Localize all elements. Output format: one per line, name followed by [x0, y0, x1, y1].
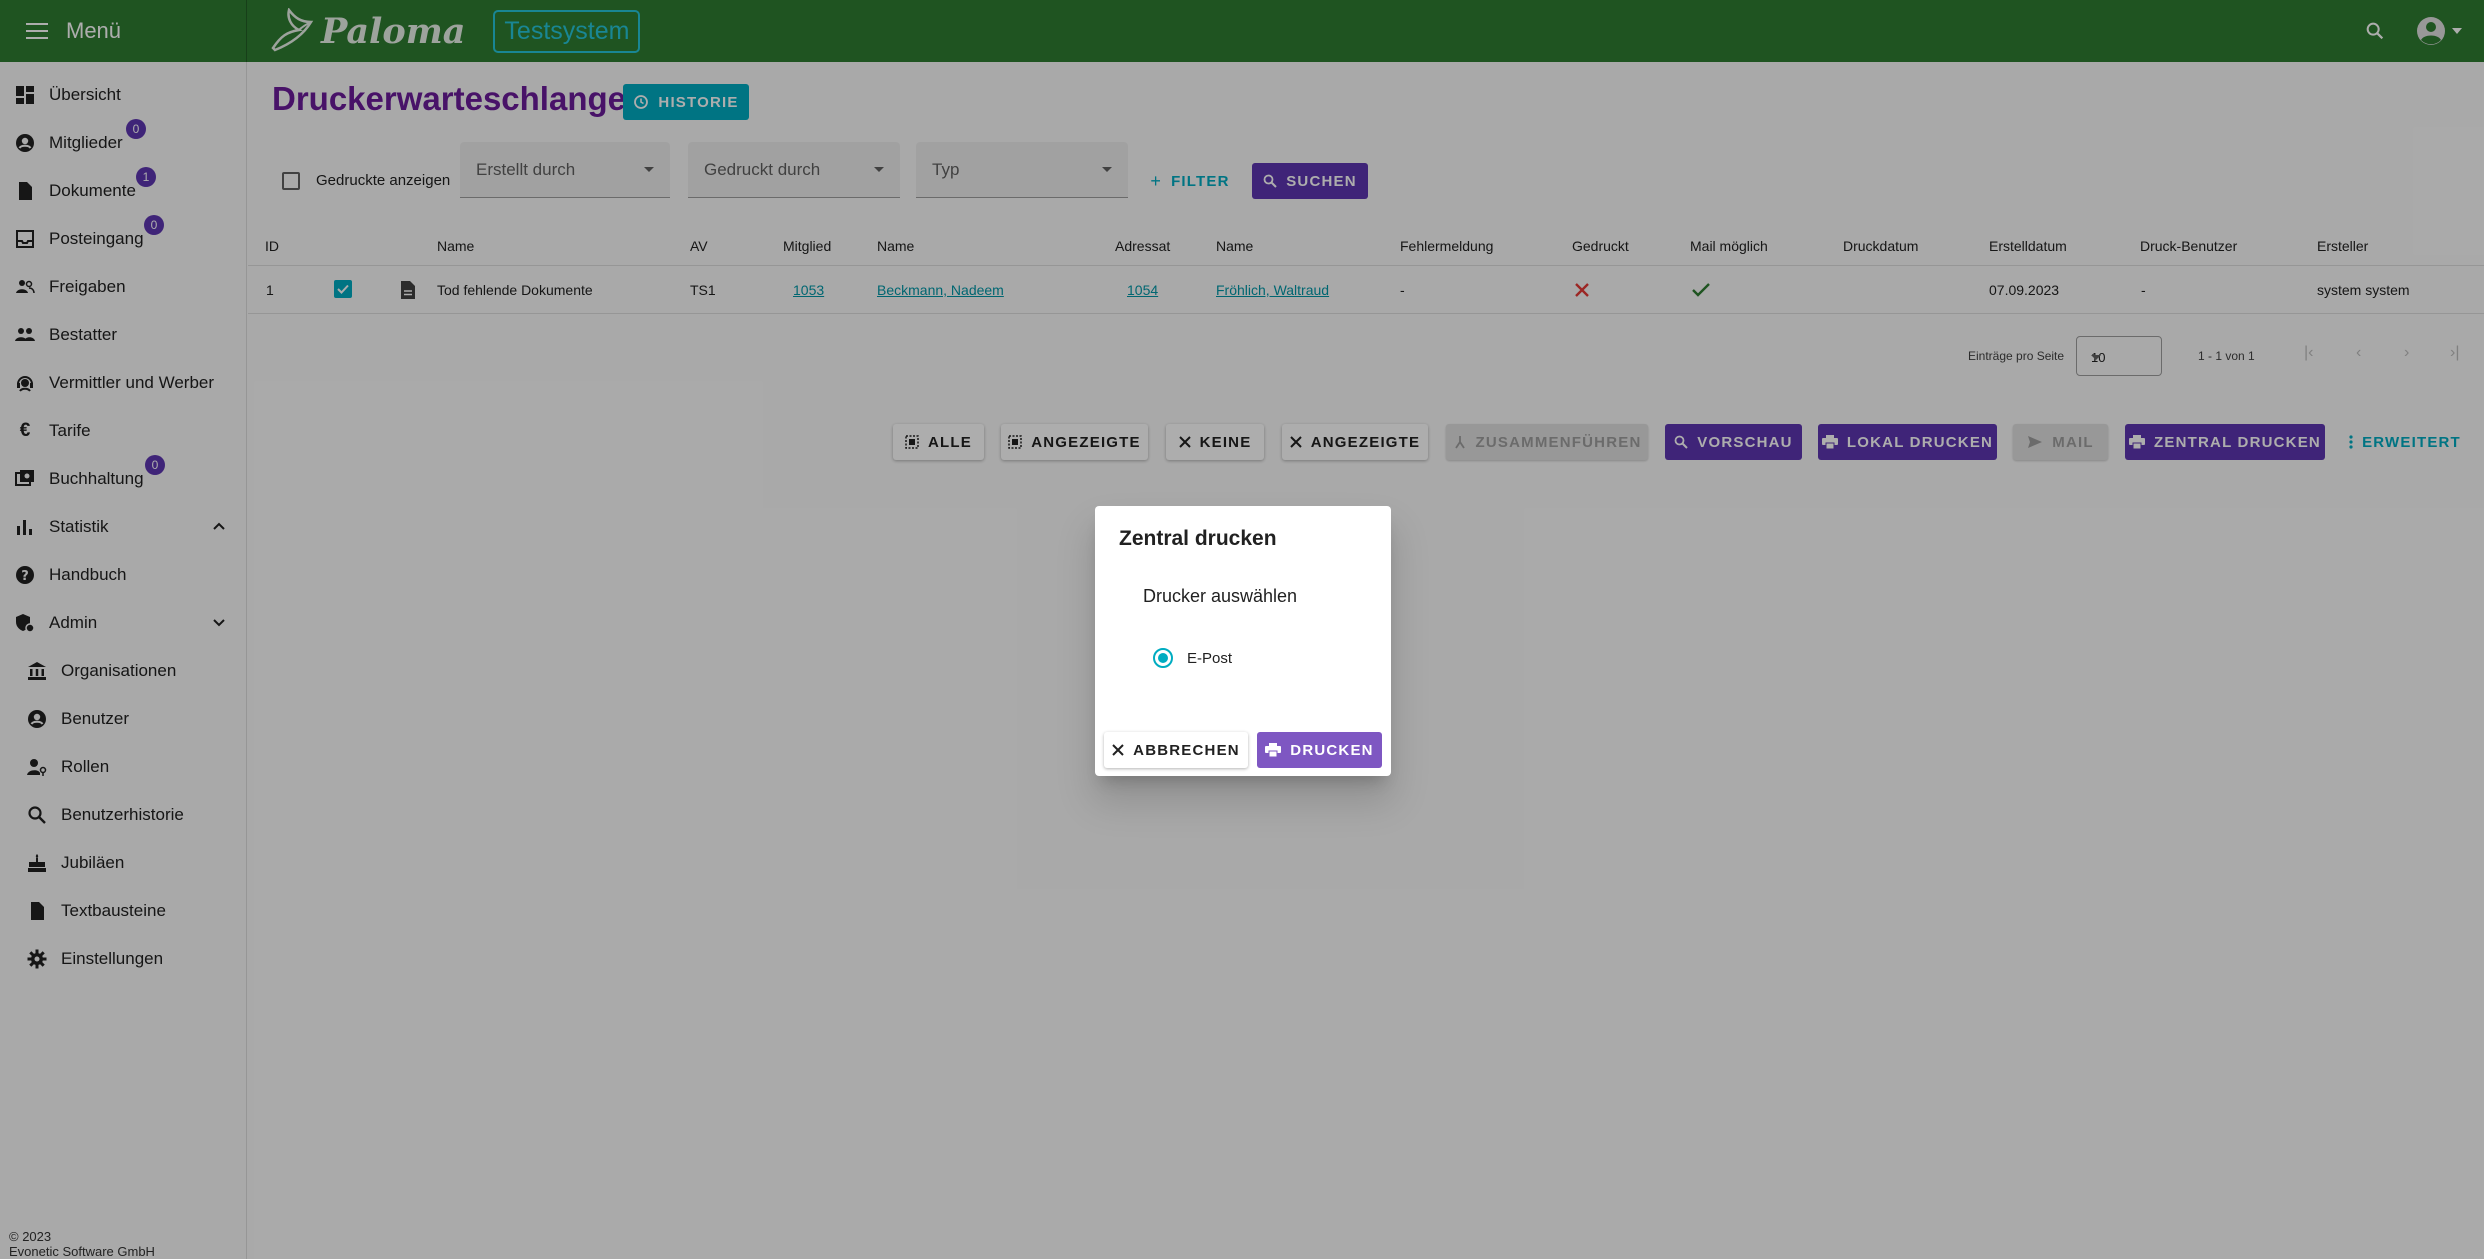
printer-option-label[interactable]: E-Post: [1187, 650, 1232, 667]
printer-icon: [1265, 743, 1282, 757]
print-confirm-label: Drucken: [1290, 741, 1374, 759]
printer-radio-epost[interactable]: [1153, 648, 1173, 668]
cancel-button[interactable]: Abbrechen: [1104, 732, 1248, 768]
dialog-subtitle: Drucker auswählen: [1143, 586, 1298, 606]
cancel-button-label: Abbrechen: [1133, 741, 1240, 759]
central-print-dialog: Zentral drucken Drucker auswählen E-Post…: [1095, 506, 1391, 776]
close-icon: [1112, 744, 1124, 756]
dialog-title: Zentral drucken: [1119, 527, 1277, 550]
print-confirm-button[interactable]: Drucken: [1257, 732, 1382, 768]
